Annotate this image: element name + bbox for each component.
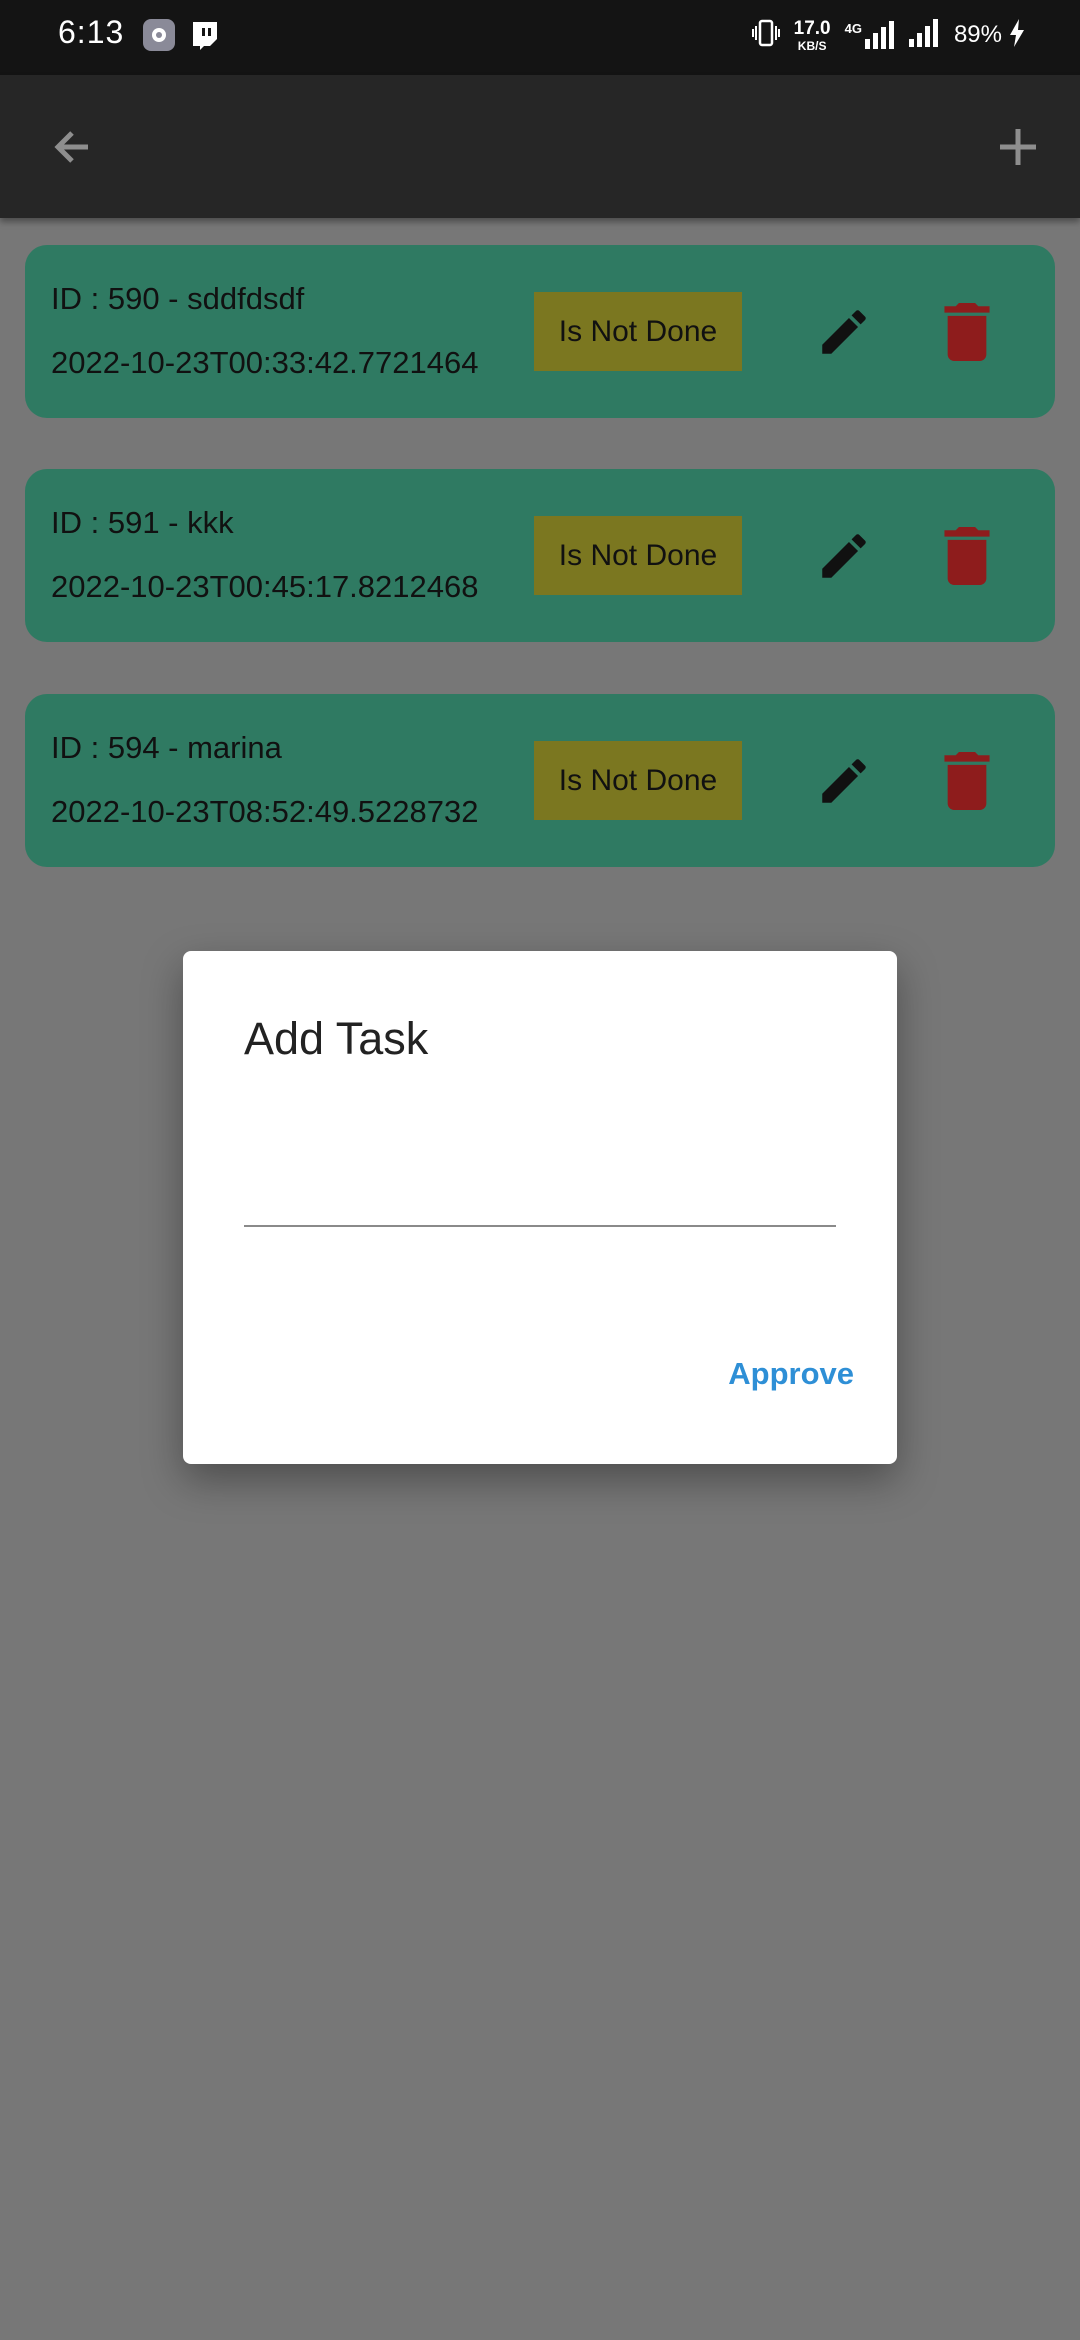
task-title: ID : 594 - marina (51, 730, 282, 765)
battery-level: 89% (953, 21, 1002, 48)
app-bar (0, 75, 1080, 218)
task-date: 2022-10-23T08:52:49.5228732 (51, 794, 479, 829)
task-status-button[interactable]: Is Not Done (534, 292, 742, 371)
edit-button[interactable] (815, 527, 873, 585)
network-speed-value: 17.0 (793, 17, 831, 39)
arrow-left-icon (54, 131, 88, 163)
pencil-icon (822, 534, 866, 578)
add-task-button[interactable] (990, 119, 1046, 175)
plus-icon (1000, 129, 1036, 165)
trash-icon (944, 752, 990, 810)
edit-button[interactable] (815, 303, 873, 361)
delete-button[interactable] (942, 752, 992, 810)
add-task-dialog: Add Task Approve (183, 951, 897, 1464)
vibrate-icon (751, 18, 780, 53)
task-date: 2022-10-23T00:33:42.7721464 (51, 345, 479, 380)
trash-icon (944, 527, 990, 585)
edit-button[interactable] (815, 752, 873, 810)
pencil-icon (822, 310, 866, 354)
task-title: ID : 590 - sddfdsdf (51, 281, 305, 316)
delete-button[interactable] (942, 527, 992, 585)
settings-app-icon (143, 19, 175, 51)
task-card: ID : 591 - kkk 2022-10-23T00:45:17.82124… (25, 469, 1055, 642)
task-status-button[interactable]: Is Not Done (534, 741, 742, 820)
status-indicators: 17.0 KB/S 4G 89% (751, 14, 1026, 56)
task-status-button[interactable]: Is Not Done (534, 516, 742, 595)
delete-button[interactable] (942, 303, 992, 361)
back-button[interactable] (44, 119, 100, 175)
network-speed: 17.0 KB/S (794, 19, 831, 52)
signal-4g-icon: 4G (845, 21, 894, 49)
task-card: ID : 594 - marina 2022-10-23T08:52:49.52… (25, 694, 1055, 867)
network-speed-unit: KB/S (797, 38, 827, 53)
status-time: 6:13 (58, 14, 125, 50)
network-type: 4G (844, 21, 862, 36)
twitch-icon (188, 19, 220, 51)
signal-icon (908, 18, 940, 52)
task-date: 2022-10-23T00:45:17.8212468 (51, 569, 479, 604)
status-bar: 6:13 17.0 KB/S 4G 89% (0, 0, 1080, 75)
task-card: ID : 590 - sddfdsdf 2022-10-23T00:33:42.… (25, 245, 1055, 418)
approve-button[interactable]: Approve (728, 1356, 854, 1392)
task-name-input[interactable] (244, 1171, 836, 1227)
pencil-icon (822, 759, 866, 803)
dialog-title: Add Task (244, 1013, 429, 1064)
task-title: ID : 591 - kkk (51, 505, 234, 540)
trash-icon (944, 303, 990, 361)
charging-icon (1008, 18, 1026, 53)
